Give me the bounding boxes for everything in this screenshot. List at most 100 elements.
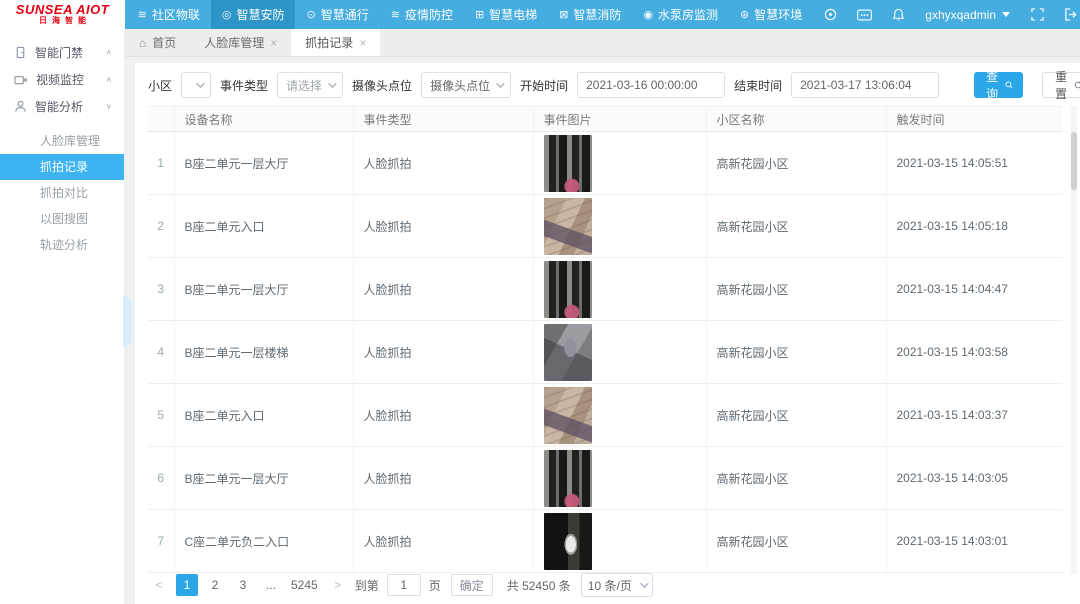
chevron-down-icon	[328, 79, 336, 87]
top-nav-menu: ≋ 社区物联 ◎ 智慧安防 ⊙ 智慧通行 ≋ 疫情防控 ⊞ 智慧电梯 ⊠ 智慧消…	[127, 0, 1080, 29]
search-button-label: 查询	[984, 68, 1000, 102]
message-card-icon[interactable]	[847, 0, 881, 29]
target-icon[interactable]	[813, 0, 847, 29]
sidebar-item-face-library[interactable]: 人脸库管理	[0, 128, 124, 154]
nav-item-elevator[interactable]: ⊞ 智慧电梯	[464, 0, 548, 29]
scrollbar-thumb[interactable]	[1071, 132, 1077, 190]
user-menu[interactable]: gxhyxqadmin	[915, 0, 1020, 29]
page-button-last[interactable]: 5245	[288, 574, 321, 596]
cell-index: 3	[148, 258, 174, 321]
sidebar: 智能门禁 ∧ 视频监控 ∧ 智能分析 ∨ 人脸库管理 抓拍记录 抓拍对比 以图搜…	[0, 29, 125, 604]
goto-label: 到第	[355, 577, 379, 594]
community-select[interactable]	[181, 72, 211, 98]
sidebar-collapse-handle[interactable]	[123, 295, 132, 347]
close-icon[interactable]: ×	[359, 36, 366, 50]
bell-icon[interactable]	[881, 0, 915, 29]
cell-time: 2021-03-15 14:03:37	[886, 384, 1062, 447]
username: gxhyxqadmin	[925, 8, 996, 22]
col-device-name: 设备名称	[174, 107, 353, 132]
cell-time: 2021-03-15 14:04:47	[886, 258, 1062, 321]
cell-device: B座二单元一层大厅	[174, 132, 353, 195]
cell-community: 高新花园小区	[706, 195, 886, 258]
cell-event: 人脸抓拍	[353, 321, 533, 384]
environment-icon: ⊛	[740, 8, 749, 21]
total-count: 共 52450 条	[507, 577, 571, 594]
page-button-1[interactable]: 1	[176, 574, 198, 596]
col-trigger-time: 触发时间	[886, 107, 1062, 132]
sidebar-item-capture-records[interactable]: 抓拍记录	[0, 154, 124, 180]
search-button[interactable]: 查询	[974, 72, 1023, 98]
page-button-2[interactable]: 2	[204, 574, 226, 596]
end-time-label: 结束时间	[734, 77, 782, 94]
start-time-input[interactable]	[577, 72, 725, 98]
tab-bar: ⌂ 首页 人脸库管理 × 抓拍记录 ×	[125, 29, 1080, 57]
event-snapshot-thumbnail[interactable]	[544, 324, 592, 381]
page-ellipsis: ...	[260, 574, 282, 596]
tab-home[interactable]: ⌂ 首页	[125, 29, 190, 56]
chevron-down-icon	[196, 79, 204, 87]
event-snapshot-thumbnail[interactable]	[544, 135, 592, 192]
table-row: 2 B座二单元入口 人脸抓拍 高新花园小区 2021-03-15 14:05:1…	[148, 195, 1062, 258]
camera-point-select[interactable]: 摄像头点位	[421, 72, 511, 98]
sidebar-group-label: 智能分析	[35, 98, 83, 115]
nav-item-fire[interactable]: ⊠ 智慧消防	[548, 0, 632, 29]
col-event-type: 事件类型	[353, 107, 533, 132]
tab-face-library[interactable]: 人脸库管理 ×	[190, 29, 291, 56]
event-snapshot-thumbnail[interactable]	[544, 450, 592, 507]
nav-item-pump-room[interactable]: ◉ 水泵房监测	[632, 0, 729, 29]
cell-time: 2021-03-15 14:03:01	[886, 510, 1062, 573]
cell-device: C座二单元负二入口	[174, 510, 353, 573]
goto-confirm-button[interactable]: 确定	[451, 574, 493, 596]
end-time-input[interactable]	[791, 72, 939, 98]
nav-label: 智慧安防	[236, 6, 284, 23]
door-icon	[14, 46, 27, 59]
nav-label: 疫情防控	[405, 6, 453, 23]
close-icon[interactable]: ×	[270, 36, 277, 50]
nav-item-epidemic[interactable]: ≋ 疫情防控	[380, 0, 464, 29]
brand-logo: SUNSEA AIOT 日海智能	[0, 0, 125, 29]
sidebar-group-smart-analysis[interactable]: 智能分析 ∨	[0, 93, 124, 120]
cell-time: 2021-03-15 14:05:51	[886, 132, 1062, 195]
cell-index: 4	[148, 321, 174, 384]
sidebar-group-door-access[interactable]: 智能门禁 ∧	[0, 39, 124, 66]
reset-button[interactable]: 重置	[1042, 72, 1080, 98]
nav-item-security[interactable]: ◎ 智慧安防	[211, 0, 296, 29]
table-row: 3 B座二单元一层大厅 人脸抓拍 高新花园小区 2021-03-15 14:04…	[148, 258, 1062, 321]
sidebar-item-image-search[interactable]: 以图搜图	[0, 206, 124, 232]
search-icon	[1005, 79, 1013, 91]
chevron-up-icon: ∧	[105, 75, 112, 84]
community-label: 小区	[148, 77, 172, 94]
event-snapshot-thumbnail[interactable]	[544, 261, 592, 318]
cell-event: 人脸抓拍	[353, 447, 533, 510]
fullscreen-icon[interactable]	[1020, 0, 1054, 29]
goto-page-input[interactable]	[387, 574, 421, 596]
event-snapshot-thumbnail[interactable]	[544, 387, 592, 444]
event-snapshot-thumbnail[interactable]	[544, 513, 592, 570]
sidebar-item-track-analysis[interactable]: 轨迹分析	[0, 232, 124, 258]
camera-icon	[14, 74, 28, 86]
page-button-3[interactable]: 3	[232, 574, 254, 596]
cell-index: 6	[148, 447, 174, 510]
cell-community: 高新花园小区	[706, 258, 886, 321]
nav-item-community-iot[interactable]: ≋ 社区物联	[127, 0, 211, 29]
tab-label: 人脸库管理	[204, 34, 264, 51]
cell-event: 人脸抓拍	[353, 132, 533, 195]
event-snapshot-thumbnail[interactable]	[544, 198, 592, 255]
page-size-select[interactable]: 10 条/页	[581, 573, 653, 597]
col-community-name: 小区名称	[706, 107, 886, 132]
sidebar-group-video-monitor[interactable]: 视频监控 ∧	[0, 66, 124, 93]
nav-item-environment[interactable]: ⊛ 智慧环境	[729, 0, 813, 29]
epidemic-wave-icon: ≋	[391, 8, 400, 21]
table-row: 7 C座二单元负二入口 人脸抓拍 高新花园小区 2021-03-15 14:03…	[148, 510, 1062, 573]
tab-capture-records[interactable]: 抓拍记录 ×	[291, 29, 380, 56]
next-page-button[interactable]: >	[327, 574, 349, 596]
event-type-select[interactable]: 请选择	[277, 72, 343, 98]
cell-device: B座二单元一层大厅	[174, 447, 353, 510]
nav-item-access[interactable]: ⊙ 智慧通行	[295, 0, 379, 29]
nav-label: 智慧环境	[754, 6, 802, 23]
vertical-scrollbar[interactable]	[1071, 106, 1077, 574]
cell-index: 2	[148, 195, 174, 258]
sidebar-item-capture-compare[interactable]: 抓拍对比	[0, 180, 124, 206]
prev-page-button[interactable]: <	[148, 574, 170, 596]
logout-icon[interactable]	[1054, 0, 1080, 29]
